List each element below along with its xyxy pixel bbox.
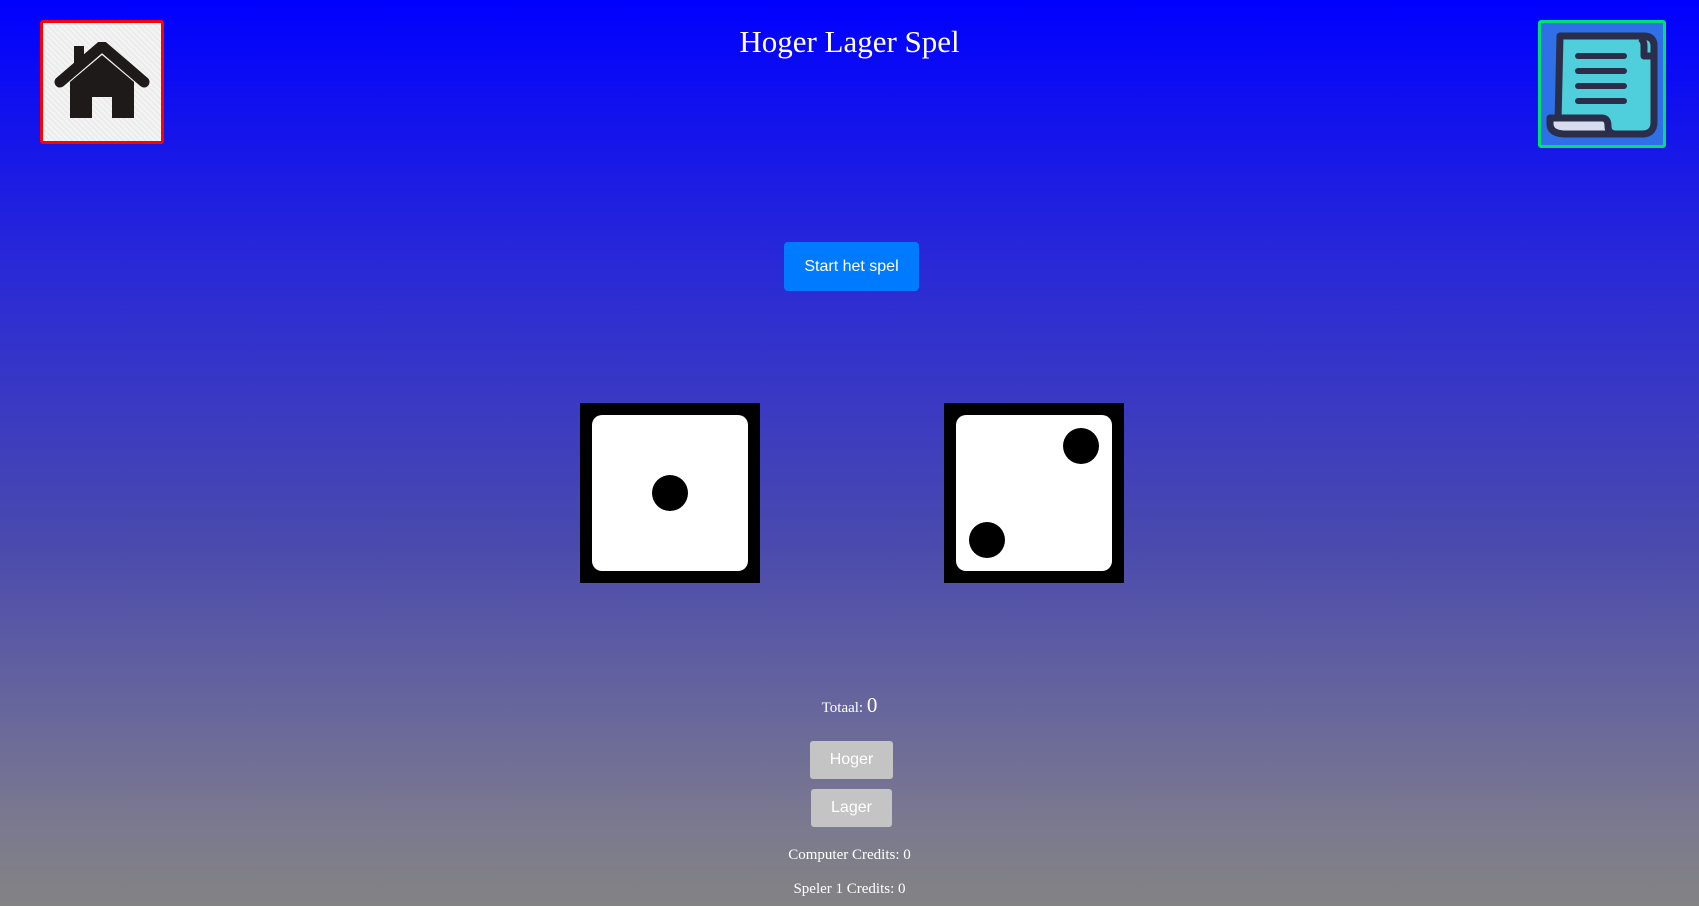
total-value: 0 — [866, 693, 878, 717]
computer-credits: Computer Credits: 0 — [788, 847, 911, 863]
total-display: Totaal: 0 — [0, 693, 1699, 718]
die-left-face — [592, 415, 748, 571]
home-button[interactable] — [40, 20, 164, 144]
die-pip — [969, 522, 1005, 558]
die-pip — [1063, 428, 1099, 464]
rules-button[interactable] — [1538, 20, 1666, 148]
total-label: Totaal: — [821, 700, 867, 716]
home-icon — [54, 42, 150, 118]
scroll-icon — [1546, 32, 1658, 138]
lower-button[interactable]: Lager — [811, 789, 892, 827]
die-left — [580, 403, 760, 583]
higher-button[interactable]: Hoger — [810, 741, 893, 779]
die-right — [944, 403, 1124, 583]
die-right-face — [956, 415, 1112, 571]
page-title: Hoger Lager Spel — [739, 24, 960, 59]
die-pip — [652, 475, 688, 511]
start-game-button[interactable]: Start het spel — [784, 242, 919, 291]
player-credits: Speler 1 Credits: 0 — [793, 881, 906, 897]
